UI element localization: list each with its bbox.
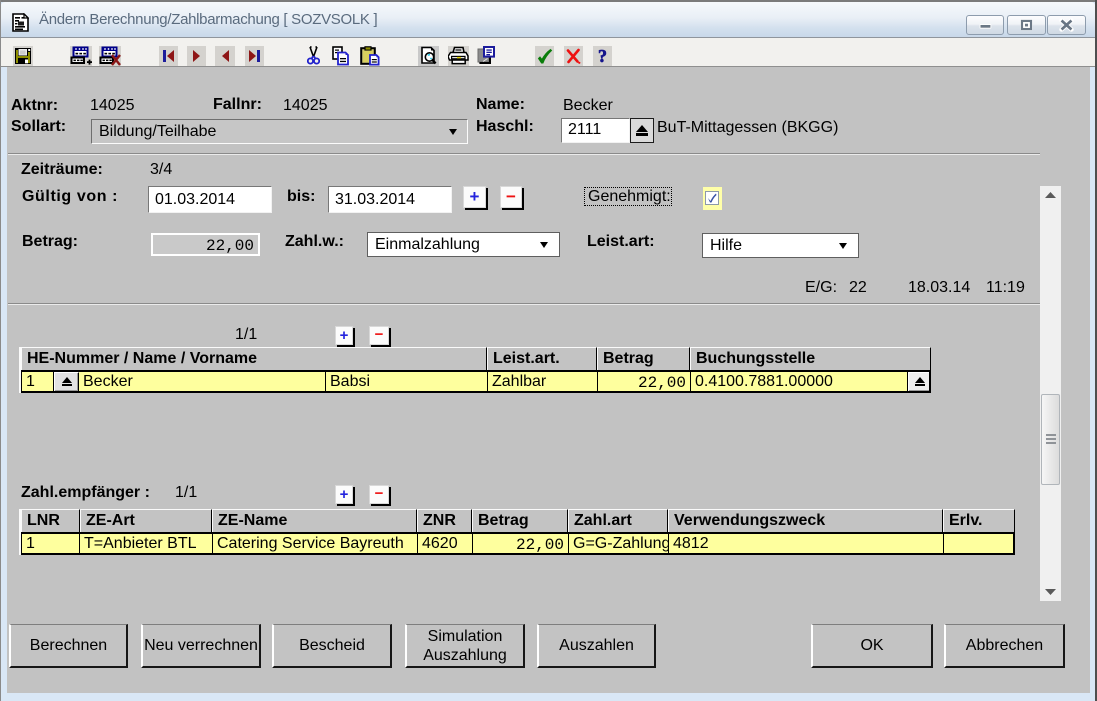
svg-text:?: ? — [598, 46, 607, 66]
